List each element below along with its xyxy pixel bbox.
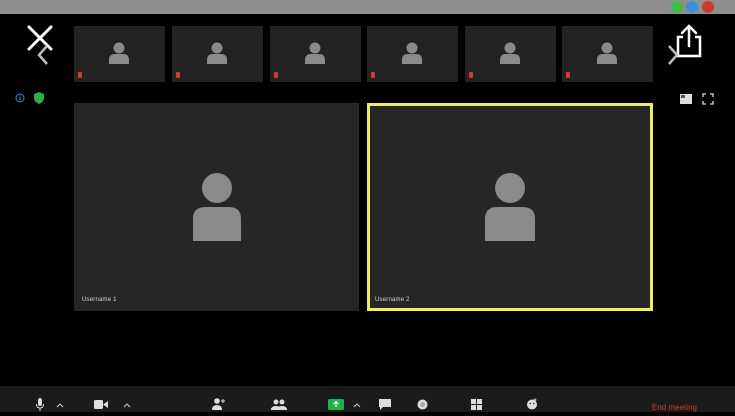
muted-mic-icon [469,72,473,78]
avatar-icon [485,173,535,241]
avatar-icon [193,173,241,241]
info-icon[interactable] [15,93,25,103]
participant-thumbnail[interactable] [172,26,263,82]
avatar-icon [402,42,422,64]
avatar-icon [109,42,129,64]
avatar-icon [207,42,227,64]
avatar-icon [500,42,520,64]
muted-mic-icon [371,72,375,78]
chat-icon[interactable] [379,399,391,415]
participant-tile[interactable]: Username 1 [74,103,359,311]
avatar-icon [597,42,617,64]
chevron-up-icon[interactable] [353,402,361,408]
chevron-left-icon[interactable] [36,44,50,66]
participant-thumbnail[interactable] [465,26,556,82]
participant-thumbnail[interactable] [74,26,165,82]
zoom-window-button[interactable] [671,1,683,13]
minimize-window-button[interactable] [686,1,698,13]
apps-icon[interactable] [471,399,482,415]
muted-mic-icon [78,72,82,78]
participant-name: Username 2 [375,297,410,303]
end-meeting-button[interactable]: End meeting [652,403,697,412]
fullscreen-icon[interactable] [702,93,714,105]
shield-icon[interactable] [34,92,44,104]
participant-name: Username 1 [82,297,117,303]
record-icon[interactable] [417,399,428,415]
participant-tile-active-speaker[interactable]: Username 2 [367,103,653,311]
participant-thumbnail[interactable] [562,26,653,82]
share-screen-icon[interactable] [328,399,344,415]
video-icon[interactable] [94,400,108,416]
participant-thumbnail[interactable] [367,26,458,82]
chevron-up-icon[interactable] [56,402,64,408]
chevron-right-icon[interactable] [666,44,680,66]
meeting-toolbar [0,386,735,412]
speaker-view-icon[interactable] [680,94,692,104]
participant-thumbnail[interactable] [270,26,361,82]
muted-mic-icon [274,72,278,78]
avatar-icon [305,42,325,64]
title-bar [0,0,735,14]
muted-mic-icon [176,72,180,78]
muted-mic-icon [566,72,570,78]
close-window-button[interactable] [702,1,714,13]
chevron-up-icon[interactable] [123,402,131,408]
